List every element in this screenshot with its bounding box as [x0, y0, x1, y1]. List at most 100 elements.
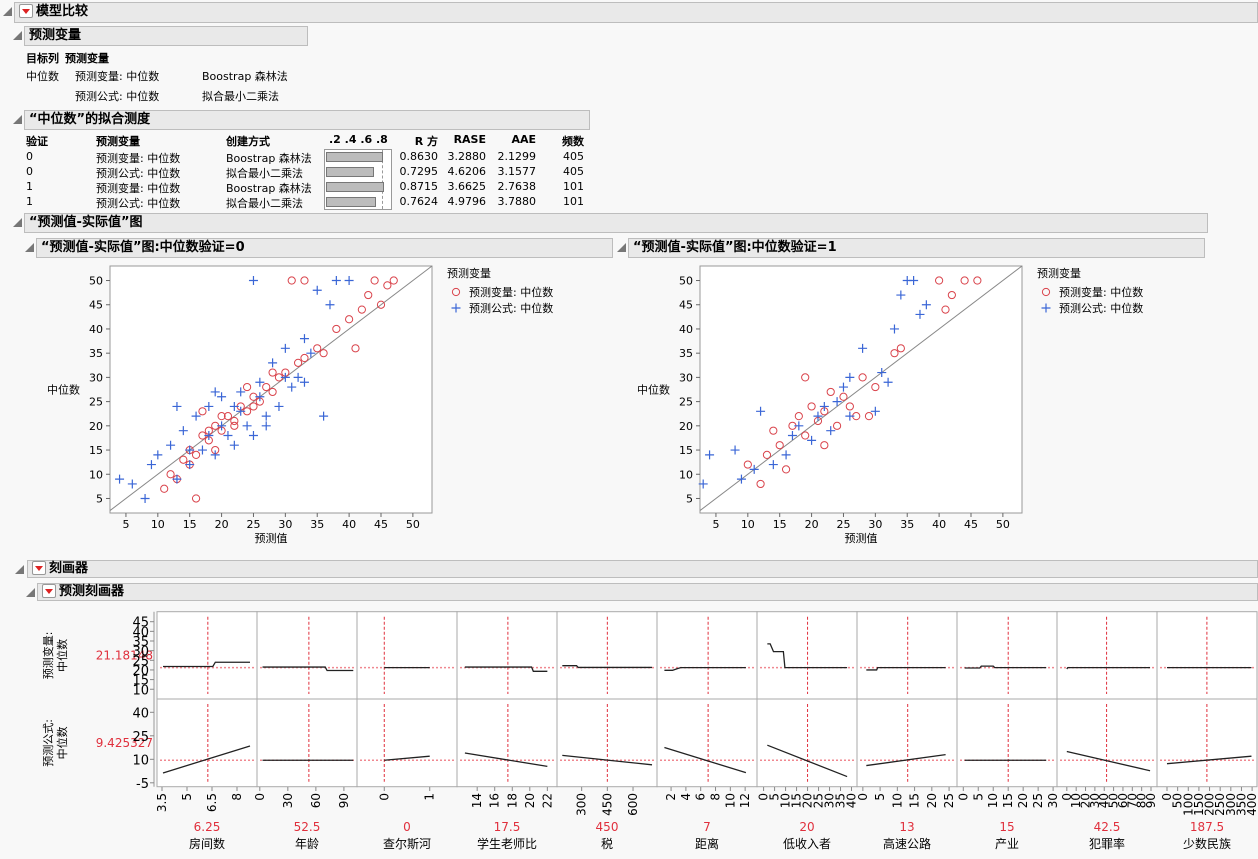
x-tick-label: 0	[856, 793, 870, 801]
collapse-icon[interactable]	[15, 565, 24, 574]
legend-plus-icon	[451, 303, 461, 313]
cell-validation: 0	[26, 165, 33, 178]
profiler-cell	[756, 611, 858, 700]
profiler-cell	[356, 698, 458, 788]
factor-value[interactable]: 7	[703, 820, 711, 834]
y-tick-label: 40	[679, 323, 693, 336]
x-tick-label: 25	[942, 793, 956, 808]
cell-predictor: 预测变量: 中位数	[96, 182, 181, 195]
y-tick-label: 15	[679, 444, 693, 457]
profiler-cell	[1056, 698, 1158, 788]
x-tick-label: 0	[253, 793, 267, 801]
collapse-icon[interactable]	[26, 588, 35, 597]
y-tick-label: 5	[686, 492, 693, 505]
section-title: 预测刻画器	[59, 584, 125, 599]
x-tick-label: 16	[488, 793, 502, 808]
x-tick-label: 10	[741, 518, 755, 531]
cell-freq: 405	[563, 150, 584, 163]
y-tick-label: 25	[89, 396, 103, 409]
profiler-cell	[656, 698, 758, 788]
y-tick-label: 10	[132, 753, 149, 768]
factor-value[interactable]: 17.5	[494, 820, 521, 834]
y-tick-label: 10	[89, 468, 103, 481]
factor-value[interactable]: 52.5	[294, 820, 321, 834]
cell-aae: 3.1577	[497, 165, 537, 178]
x-tick-label: 5	[180, 793, 194, 801]
profiler-cell	[756, 698, 858, 788]
red-triangle-menu-icon[interactable]	[42, 583, 56, 598]
y-tick-label: 40	[132, 706, 149, 721]
profiler-cell	[256, 698, 358, 788]
factor-name: 房间数	[189, 836, 225, 851]
section-title: 刻画器	[49, 561, 89, 576]
factor-value[interactable]: 15	[999, 820, 1014, 834]
factor-value[interactable]: 20	[799, 820, 814, 834]
x-tick-label: 12	[738, 793, 752, 808]
legend-circle-icon	[451, 287, 461, 297]
x-tick-label: 14	[470, 793, 484, 808]
x-tick-label: 15	[1001, 793, 1015, 808]
y-axis-label: 中位数	[47, 383, 80, 397]
y-tick-label: 40	[89, 323, 103, 336]
factor-name: 少数民族	[1183, 836, 1231, 851]
x-tick-label: 5	[873, 793, 887, 801]
label-line: 预测公式:	[42, 719, 55, 767]
cell-rase: 3.2880	[447, 150, 487, 163]
x-tick-label: 30	[1046, 793, 1060, 808]
factor-value[interactable]: 0	[403, 820, 411, 834]
cell-freq: 405	[563, 165, 584, 178]
pred-vs-actual-plots: 5 10 15 20 25 30 35 40 45 50 5 10 15 20 25 30 35 40 45 50 预测…	[47, 265, 1143, 545]
profiler-header[interactable]: 刻画器	[27, 560, 1258, 578]
cell-aae: 2.1299	[497, 150, 537, 163]
x-tick-label: 15	[773, 518, 787, 531]
profiler-cell	[1156, 698, 1258, 788]
x-tick-label: 300	[575, 793, 589, 816]
factor-value[interactable]: 6.25	[194, 820, 221, 834]
label-line: 预测变量:	[41, 631, 55, 679]
legend-title: 预测变量	[447, 266, 491, 280]
cell-validation: 1	[26, 180, 33, 193]
y-tick-label: 10	[679, 468, 693, 481]
legend-item: 预测变量: 中位数	[1059, 285, 1143, 299]
cell-rase: 4.9796	[447, 195, 487, 208]
legend-item: 预测公式: 中位数	[469, 301, 553, 315]
y-tick-label: 45	[132, 616, 149, 631]
x-tick-label: 2	[664, 793, 678, 801]
red-triangle-menu-icon[interactable]	[32, 560, 46, 575]
x-tick-label: 8	[709, 793, 723, 801]
factor-name: 年龄	[295, 837, 319, 851]
x-tick-label: 450	[600, 793, 614, 816]
x-tick-label: 30	[281, 793, 295, 808]
factor-value[interactable]: 42.5	[1094, 820, 1121, 834]
legend-title: 预测变量	[1037, 266, 1081, 280]
x-tick-label: 600	[626, 793, 640, 816]
prediction-profiler-header[interactable]: 预测刻画器	[37, 583, 1258, 601]
x-tick-label: 60	[309, 793, 323, 808]
legend-plus-icon	[1041, 303, 1051, 313]
y-tick-label: 50	[89, 275, 103, 288]
profiler-response-label: 预测变量:中位数	[41, 631, 69, 679]
profiler-cell	[456, 611, 558, 700]
factor-value[interactable]: 13	[899, 820, 914, 834]
x-tick-label: 15	[908, 793, 922, 808]
factor-value[interactable]: 450	[596, 820, 619, 834]
y-tick-label: 20	[89, 420, 103, 433]
x-tick-label: 10	[723, 793, 737, 808]
x-tick-label: 6.5	[205, 793, 219, 812]
x-tick-label: 90	[1144, 793, 1158, 808]
prediction-profiler[interactable]: 预测变量:中位数 21.181481015202530354045预测公式:中位数…	[0, 600, 1258, 859]
legend-item: 预测公式: 中位数	[1059, 301, 1143, 315]
x-tick-label: 40	[932, 518, 946, 531]
x-tick-label: 45	[374, 518, 388, 531]
x-axis-label: 预测值	[255, 532, 288, 545]
profiler-cell	[556, 611, 658, 700]
factor-value[interactable]: 187.5	[1190, 820, 1224, 834]
legend-item: 预测变量: 中位数	[469, 285, 553, 299]
x-tick-label: 25	[246, 518, 260, 531]
profiler-cell	[856, 698, 958, 788]
x-tick-label: 20	[1016, 793, 1030, 808]
x-tick-label: 0	[956, 793, 970, 801]
factor-name: 查尔斯河	[383, 836, 431, 851]
y-tick-label: 50	[679, 275, 693, 288]
cell-validation: 0	[26, 150, 33, 163]
